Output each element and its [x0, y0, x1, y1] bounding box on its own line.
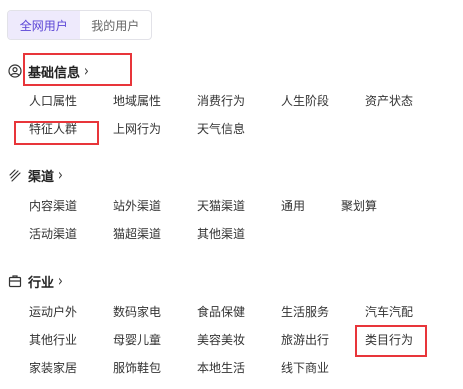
user-scope-tabs: 全网用户 我的用户: [7, 10, 152, 40]
chevron-right-icon: ›: [58, 271, 63, 291]
tag-item[interactable]: 人口属性: [29, 93, 77, 109]
tag-item[interactable]: 天猫渠道: [197, 198, 245, 214]
tag-item[interactable]: 其他行业: [29, 332, 77, 348]
tag-item[interactable]: 消费行为: [197, 93, 245, 109]
tag-item[interactable]: 站外渠道: [113, 198, 161, 214]
tag-item[interactable]: 本地生活: [197, 360, 245, 376]
tag-item[interactable]: 汽车汽配: [365, 304, 413, 320]
tag-item[interactable]: 特征人群: [29, 121, 77, 137]
user-circle-icon: [8, 64, 22, 78]
tab-my-users[interactable]: 我的用户: [80, 11, 152, 39]
briefcase-icon: [8, 274, 22, 288]
tag-item[interactable]: 线下商业: [281, 360, 329, 376]
tag-item[interactable]: 其他渠道: [197, 226, 245, 242]
tag-item[interactable]: 活动渠道: [29, 226, 77, 242]
tag-item[interactable]: 地域属性: [113, 93, 161, 109]
tag-item[interactable]: 聚划算: [341, 198, 377, 214]
section-header-basic-info[interactable]: 基础信息 ›: [8, 60, 89, 82]
tag-item[interactable]: 上网行为: [113, 121, 161, 137]
tag-item[interactable]: 数码家电: [113, 304, 161, 320]
tab-all-users[interactable]: 全网用户: [8, 11, 80, 39]
tag-item[interactable]: 内容渠道: [29, 198, 77, 214]
tag-item[interactable]: 天气信息: [197, 121, 245, 137]
tag-item[interactable]: 类目行为: [365, 332, 413, 348]
section-channel: 渠道 ›: [8, 164, 63, 186]
tag-item[interactable]: 食品保健: [197, 304, 245, 320]
tag-item[interactable]: 美容美妆: [197, 332, 245, 348]
channel-icon: [8, 168, 22, 182]
tag-item[interactable]: 运动户外: [29, 304, 77, 320]
section-title: 基础信息: [28, 65, 81, 81]
tag-item[interactable]: 旅游出行: [281, 332, 329, 348]
section-title: 渠道: [28, 169, 55, 185]
section-basic-info: 基础信息 ›: [8, 60, 89, 82]
tag-item[interactable]: 服饰鞋包: [113, 360, 161, 376]
tag-item[interactable]: 猫超渠道: [113, 226, 161, 242]
section-header-channel[interactable]: 渠道 ›: [8, 164, 63, 186]
tag-item[interactable]: 生活服务: [281, 304, 329, 320]
section-header-industry[interactable]: 行业 ›: [8, 270, 63, 292]
section-title: 行业: [28, 275, 55, 291]
tag-item[interactable]: 母婴儿童: [113, 332, 161, 348]
chevron-right-icon: ›: [84, 61, 89, 81]
tag-item[interactable]: 人生阶段: [281, 93, 329, 109]
chevron-right-icon: ›: [58, 165, 63, 185]
tag-item[interactable]: 家装家居: [29, 360, 77, 376]
section-industry: 行业 ›: [8, 270, 63, 292]
tag-item[interactable]: 资产状态: [365, 93, 413, 109]
tag-item[interactable]: 通用: [281, 198, 305, 214]
